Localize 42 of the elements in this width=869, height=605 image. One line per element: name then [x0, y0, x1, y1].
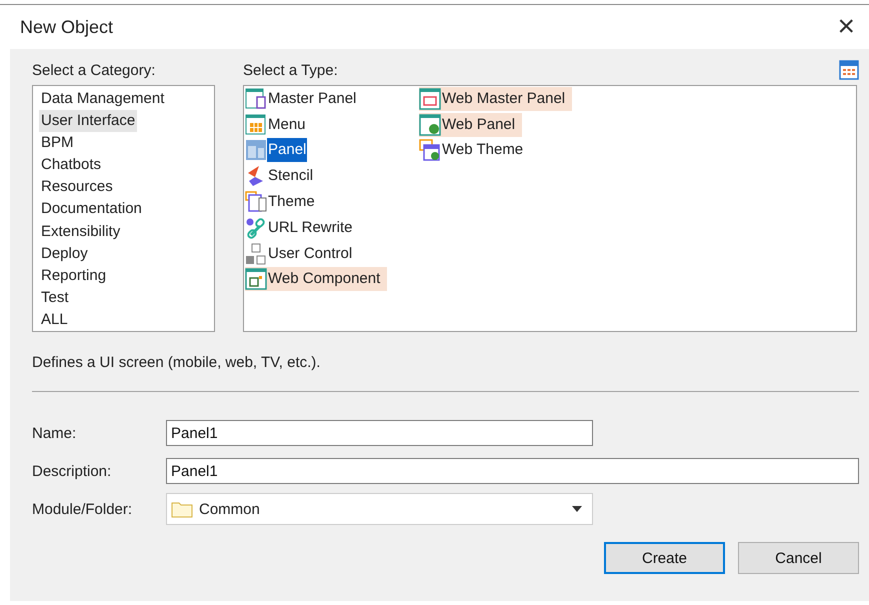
- category-item[interactable]: Documentation: [39, 198, 144, 221]
- dropdown-arrow-icon: [572, 506, 582, 512]
- globe-panel-icon: [419, 114, 441, 136]
- type-item[interactable]: Stencil: [245, 164, 320, 188]
- dialog-button[interactable]: Create: [604, 542, 725, 574]
- category-item[interactable]: Reporting: [39, 264, 108, 287]
- category-item[interactable]: Chatbots: [39, 154, 104, 176]
- category-item[interactable]: ALL: [39, 308, 70, 332]
- type-item[interactable]: Web Master Panel: [419, 86, 572, 111]
- field-label: Description:: [32, 462, 112, 480]
- category-item[interactable]: Resources: [39, 176, 115, 198]
- calendar-icon[interactable]: [839, 60, 859, 80]
- window-title: New Object: [20, 16, 114, 38]
- type-description: Defines a UI screen (mobile, web, TV, etc.).: [32, 354, 322, 371]
- dialog-button[interactable]: Cancel: [738, 542, 859, 574]
- category-item[interactable]: Data Management: [39, 88, 166, 110]
- field-label: Module/Folder:: [32, 500, 134, 518]
- type-item[interactable]: Menu: [245, 112, 313, 137]
- type-item[interactable]: Web Component: [245, 267, 388, 292]
- type-item[interactable]: Web Theme: [419, 138, 530, 162]
- folder-icon: [171, 500, 193, 518]
- folder-dropdown[interactable]: Common: [166, 493, 593, 525]
- category-item[interactable]: Extensibility: [39, 220, 122, 243]
- type-label: Select a Type:: [243, 62, 338, 78]
- close-button[interactable]: ×: [831, 12, 861, 42]
- category-item[interactable]: User Interface: [39, 110, 138, 132]
- text-field[interactable]: Panel1: [166, 458, 859, 484]
- text-field[interactable]: Panel1: [166, 420, 593, 446]
- category-label: Select a Category:: [32, 62, 156, 78]
- link-icon: [245, 216, 267, 239]
- type-item[interactable]: Master Panel: [245, 86, 364, 111]
- type-item[interactable]: User Control: [245, 242, 360, 266]
- type-item[interactable]: Web Panel: [419, 112, 522, 137]
- type-item[interactable]: Theme: [245, 190, 322, 214]
- category-item[interactable]: Deploy: [39, 242, 90, 265]
- type-item[interactable]: URL Rewrite: [245, 216, 360, 240]
- theme-globe-icon: [419, 139, 441, 162]
- panel-icon: [245, 139, 267, 162]
- category-item[interactable]: Test: [39, 286, 71, 309]
- field-label: Name:: [32, 424, 78, 442]
- web-panel-icon: [419, 88, 441, 110]
- category-item[interactable]: BPM: [39, 132, 76, 154]
